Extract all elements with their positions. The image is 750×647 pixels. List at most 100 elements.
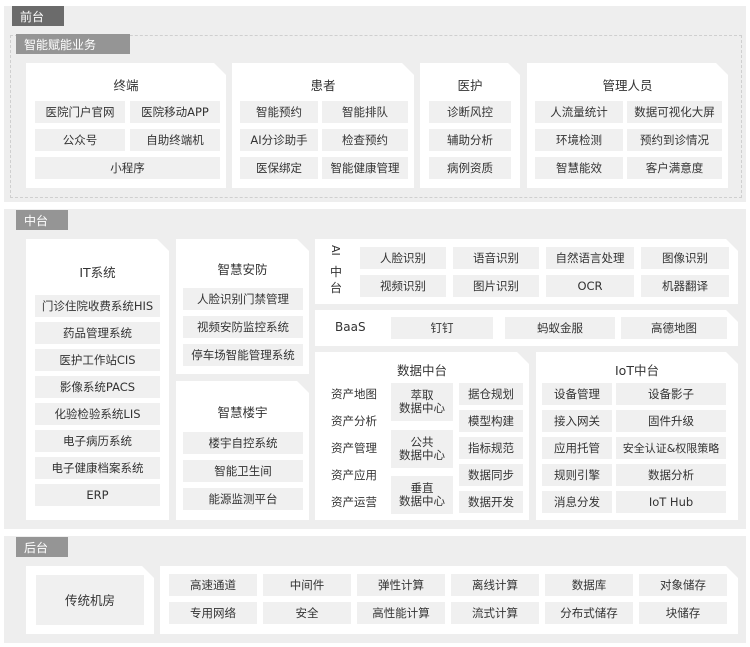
- iot-item: 消息分发: [542, 491, 612, 513]
- iot-item: IoT Hub: [616, 491, 726, 513]
- infrastructure-item: 流式计算: [451, 602, 539, 624]
- ai-capability-item: 视频识别: [360, 275, 446, 297]
- infrastructure-item: 高性能计算: [357, 602, 445, 624]
- data-asset-item: 资产运营: [331, 494, 377, 509]
- smart-security-item: 视频安防监控系统: [183, 316, 303, 338]
- smart-building-card: 智慧楼宇 楼宇自控系统 智能卫生间 能源监测平台: [176, 381, 309, 520]
- it-systems-title: IT系统: [79, 265, 116, 280]
- terminal-item: 自助终端机: [130, 129, 220, 151]
- ai-platform-label-line: AI: [329, 245, 342, 256]
- terminal-card: 终端 医院门户官网 医院移动APP 公众号 自助终端机 小程序: [26, 63, 226, 188]
- back-layer-tab: 后台: [16, 537, 68, 557]
- medical-item: 病例资质: [429, 157, 511, 179]
- it-system-item: ERP: [35, 484, 160, 506]
- patient-item: AI分诊助手: [240, 129, 318, 151]
- baas-label: BaaS: [335, 320, 366, 334]
- infrastructure-item: 弹性计算: [357, 574, 445, 596]
- it-system-item: 药品管理系统: [35, 322, 160, 344]
- ai-capability-item: 语音识别: [453, 247, 539, 269]
- terminal-item: 公众号: [35, 129, 125, 151]
- smart-building-item: 楼宇自控系统: [183, 432, 303, 454]
- data-center-item: 垂直 数据中心: [391, 476, 453, 514]
- data-center-item: 萃取 数据中心: [391, 383, 453, 421]
- patient-item: 医保绑定: [240, 157, 318, 179]
- ai-capability-item: 图像识别: [641, 247, 729, 269]
- smart-building-title: 智慧楼宇: [217, 405, 268, 420]
- it-system-item: 化验检验系统LIS: [35, 403, 160, 425]
- ai-capability-item: 自然语言处理: [546, 247, 634, 269]
- data-center-item: 公共 数据中心: [391, 430, 453, 468]
- infrastructure-item: 高速通道: [169, 574, 257, 596]
- infrastructure-item: 专用网络: [169, 602, 257, 624]
- smart-security-title: 智慧安防: [217, 262, 268, 277]
- admin-item: 人流量统计: [535, 101, 623, 123]
- infrastructure-item: 安全: [263, 602, 351, 624]
- data-asset-item: 资产管理: [331, 440, 377, 455]
- legacy-datacenter-label: 传统机房: [36, 575, 144, 625]
- baas-item: 钉钉: [391, 317, 493, 339]
- medical-item: 辅助分析: [429, 129, 511, 151]
- patient-card-title: 患者: [310, 78, 336, 93]
- patient-card: 患者 智能预约 智能排队 AI分诊助手 检查预约 医保绑定 智能健康管理: [232, 63, 414, 188]
- ai-capability-item: 机器翻译: [641, 275, 729, 297]
- front-layer-tab: 前台: [12, 6, 64, 26]
- terminal-item: 医院移动APP: [130, 101, 220, 123]
- data-asset-item: 资产分析: [331, 413, 377, 428]
- admin-item: 数据可视化大屏: [627, 101, 722, 123]
- iot-item: 固件升级: [616, 410, 726, 432]
- infrastructure-item: 分布式储存: [545, 602, 633, 624]
- admin-card: 管理人员 人流量统计 数据可视化大屏 环境检测 预约到诊情况 智慧能效 客户满意…: [527, 63, 728, 188]
- admin-item: 智慧能效: [535, 157, 623, 179]
- it-systems-card: IT系统 门诊住院收费系统HIS 药品管理系统 医护工作站CIS 影像系统PAC…: [26, 239, 169, 520]
- infrastructure-item: 数据库: [545, 574, 633, 596]
- terminal-item: 小程序: [35, 157, 220, 179]
- ai-platform-label-line: 中: [330, 265, 343, 279]
- iot-item: 设备影子: [616, 383, 726, 405]
- baas-item: 蚂蚁金服: [505, 317, 615, 339]
- medical-card-title: 医护: [457, 78, 483, 93]
- data-asset-item: 资产地图: [331, 386, 377, 401]
- patient-item: 智能健康管理: [322, 157, 408, 179]
- iot-item: 规则引擎: [542, 464, 612, 486]
- data-capability-item: 指标规范: [459, 437, 523, 459]
- admin-item: 预约到诊情况: [627, 129, 722, 151]
- it-system-item: 电子病历系统: [35, 430, 160, 452]
- front-group-label: 智能赋能业务: [16, 34, 130, 54]
- smart-security-card: 智慧安防 人脸识别门禁管理 视频安防监控系统 停车场智能管理系统: [176, 239, 309, 374]
- ai-platform-label-line: 台: [330, 281, 343, 295]
- it-system-item: 电子健康档案系统: [35, 457, 160, 479]
- it-system-item: 门诊住院收费系统HIS: [35, 295, 160, 317]
- middle-layer-tab: 中台: [16, 210, 68, 230]
- iot-item: 应用托管: [542, 437, 612, 459]
- iot-platform-card: IoT中台 设备管理 设备影子 接入网关 固件升级 应用托管 安全认证&权限策略…: [536, 352, 738, 520]
- it-system-item: 医护工作站CIS: [35, 349, 160, 371]
- terminal-card-title: 终端: [113, 78, 139, 93]
- terminal-item: 医院门户官网: [35, 101, 125, 123]
- ai-capability-item: OCR: [546, 275, 634, 297]
- iot-item: 数据分析: [616, 464, 726, 486]
- baas-item: 高德地图: [621, 317, 727, 339]
- it-system-item: 影像系统PACS: [35, 376, 160, 398]
- data-capability-item: 数据同步: [459, 464, 523, 486]
- infrastructure-card: 高速通道 中间件 弹性计算 离线计算 数据库 对象储存 专用网络 安全 高性能计…: [160, 566, 738, 634]
- iot-item: 接入网关: [542, 410, 612, 432]
- data-capability-item: 模型构建: [459, 410, 523, 432]
- ai-capability-item: 人脸识别: [360, 247, 446, 269]
- smart-building-item: 智能卫生间: [183, 460, 303, 482]
- legacy-datacenter-card: 传统机房: [26, 566, 154, 634]
- smart-building-item: 能源监测平台: [183, 488, 303, 510]
- iot-item: 安全认证&权限策略: [616, 437, 726, 459]
- admin-item: 客户满意度: [627, 157, 722, 179]
- iot-platform-title: IoT中台: [615, 363, 659, 378]
- infrastructure-item: 中间件: [263, 574, 351, 596]
- baas-card: BaaS 钉钉 蚂蚁金服 高德地图: [315, 310, 738, 346]
- iot-item: 设备管理: [542, 383, 612, 405]
- data-platform-card: 数据中台 资产地图 资产分析 资产管理 资产应用 资产运营 萃取 数据中心 公共…: [315, 352, 529, 520]
- smart-security-item: 停车场智能管理系统: [183, 344, 303, 366]
- data-capability-item: 数据开发: [459, 491, 523, 513]
- smart-security-item: 人脸识别门禁管理: [183, 288, 303, 310]
- admin-item: 环境检测: [535, 129, 623, 151]
- ai-platform-card: AI 中 台 人脸识别 语音识别 自然语言处理 图像识别 视频识别 图片识别 O…: [315, 239, 738, 304]
- data-asset-item: 资产应用: [331, 467, 377, 482]
- ai-capability-item: 图片识别: [453, 275, 539, 297]
